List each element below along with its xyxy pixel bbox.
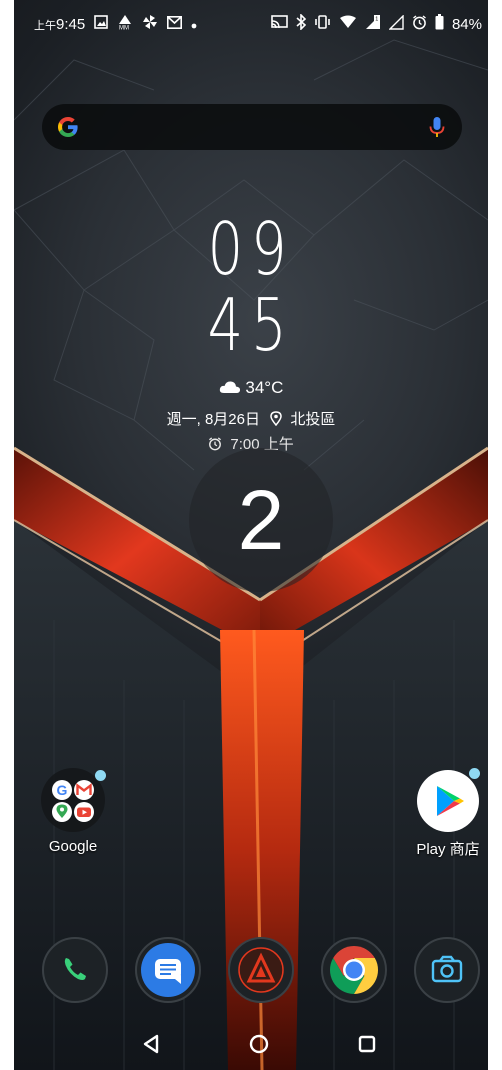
pinwheel-icon	[142, 14, 158, 34]
camera-icon	[416, 955, 478, 1005]
armoury-icon	[230, 947, 292, 1005]
gallery-icon	[94, 15, 109, 33]
google-g-icon	[56, 115, 80, 144]
play-store-icon	[417, 768, 480, 832]
more-notifications-dot	[191, 16, 197, 33]
bluetooth-icon	[296, 13, 307, 34]
battery-icon	[435, 14, 444, 34]
gmail-status-icon	[167, 15, 183, 33]
svg-text:G: G	[57, 782, 68, 798]
svg-text:MM: MM	[119, 26, 129, 31]
countdown-overlay: 2	[189, 448, 333, 592]
folder-notification-dot	[95, 770, 106, 781]
clock-widget[interactable]: 09 45	[14, 212, 488, 362]
temperature: 34°C	[245, 378, 284, 397]
home-screen: 上午9:45 MM 1 84% 09 45 34°C 週一, 8月26日 北投區…	[14, 0, 488, 1070]
battery-percent: 84%	[451, 15, 482, 33]
voice-search-mic-icon[interactable]	[426, 115, 448, 144]
signal-sim1-icon: 1	[365, 14, 381, 34]
asus-mm-icon: MM	[117, 14, 133, 34]
clock-minute: 45	[207, 283, 295, 367]
phone-icon	[44, 958, 106, 1005]
countdown-number: 2	[237, 472, 285, 567]
dock	[14, 937, 488, 1007]
google-folder[interactable]: G Google	[28, 768, 118, 855]
armoury-app[interactable]	[228, 937, 294, 1003]
alarm-icon	[412, 14, 427, 34]
signal-sim2-icon	[388, 13, 404, 34]
alarm-clock-icon	[208, 436, 230, 453]
google-folder-icon: G	[41, 768, 106, 832]
home-button[interactable]	[249, 1034, 269, 1059]
location-text: 北投區	[290, 411, 336, 428]
clock-hour: 09	[207, 207, 295, 291]
navigation-bar	[14, 1016, 488, 1070]
back-button[interactable]	[142, 1034, 160, 1059]
play-store-label: Play 商店	[416, 841, 480, 858]
google-folder-label: Google	[48, 838, 98, 855]
cloudy-weather-icon	[219, 378, 246, 397]
messages-app[interactable]	[135, 937, 201, 1003]
vibrate-icon	[314, 15, 331, 33]
status-bar: 上午9:45 MM 1 84%	[14, 0, 488, 42]
google-search-bar[interactable]	[42, 104, 462, 150]
chrome-app[interactable]	[321, 937, 387, 1003]
date-text: 週一, 8月26日	[166, 411, 260, 428]
svg-text:1: 1	[375, 16, 378, 22]
wifi-icon	[339, 15, 357, 33]
messages-icon	[137, 943, 199, 1005]
location-pin-icon	[264, 411, 290, 428]
camera-app[interactable]	[414, 937, 480, 1003]
date-row[interactable]: 週一, 8月26日 北投區	[14, 408, 488, 429]
clock-text: 上午9:45	[34, 15, 86, 33]
play-notification-dot	[469, 768, 480, 779]
cast-icon	[271, 15, 288, 33]
chrome-icon	[323, 946, 385, 1005]
recents-button[interactable]	[358, 1035, 376, 1058]
phone-app[interactable]	[42, 937, 108, 1003]
weather-row[interactable]: 34°C	[14, 378, 488, 398]
play-store-app[interactable]: Play 商店	[403, 768, 488, 859]
